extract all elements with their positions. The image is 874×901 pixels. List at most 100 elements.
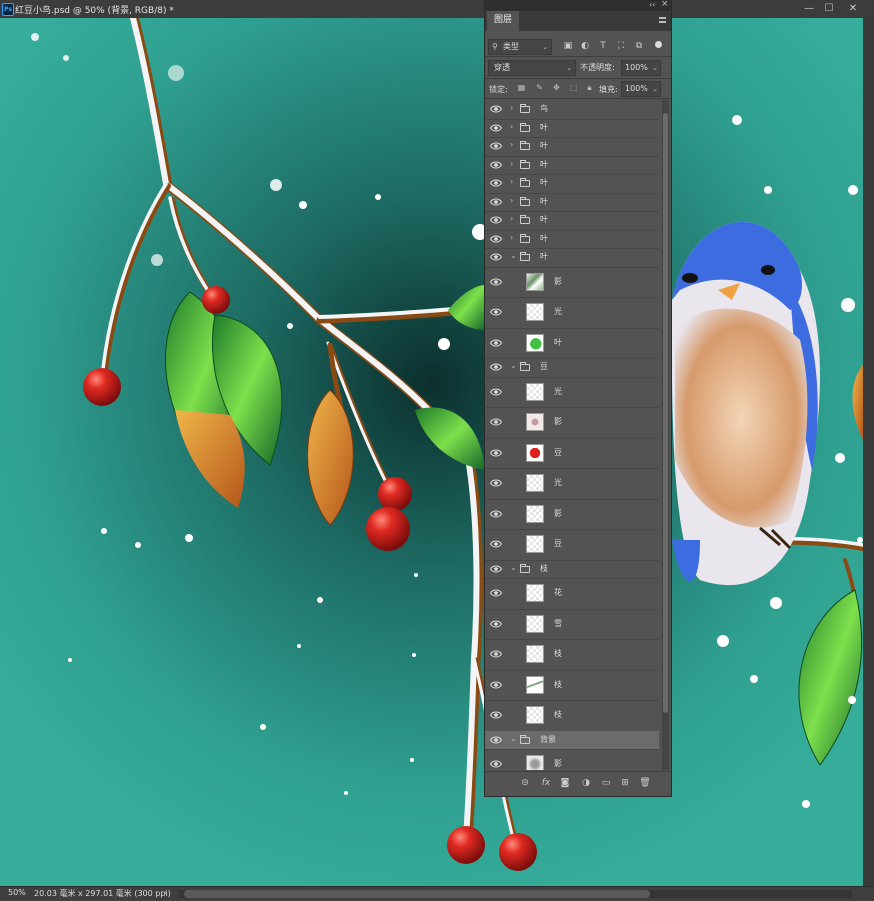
layer-row[interactable]: 影	[485, 499, 659, 530]
layer-row[interactable]: 枝	[485, 639, 659, 671]
opacity-input[interactable]: 100% ⌄	[621, 60, 661, 76]
layer-list[interactable]: › 鸟 › 叶 › 叶 › 叶 › 叶 › 叶 › 叶 › 叶 ⌄ 叶影光叶 ⌄ 豆光影豆光影豆 ⌄ 枝花雪枝枝枝 ⌄ 背景影	[485, 100, 661, 770]
layer-row[interactable]: 影	[485, 267, 659, 298]
layer-group-row[interactable]: › 叶	[485, 211, 659, 231]
status-menu-arrow[interactable]: ›	[164, 888, 167, 897]
visibility-eye-icon[interactable]	[490, 308, 502, 316]
visibility-eye-icon[interactable]	[490, 565, 502, 573]
smart-object-filter-icon[interactable]: ⧉	[633, 39, 645, 53]
layer-row[interactable]: 影	[485, 407, 659, 439]
close-icon[interactable]: ✕	[846, 2, 860, 16]
chevron-down-icon[interactable]: ⌄	[510, 734, 517, 743]
chevron-right-icon[interactable]: ›	[510, 122, 513, 131]
maximize-icon[interactable]: ☐	[822, 2, 836, 16]
zoom-level[interactable]: 50%	[8, 888, 26, 897]
chevron-down-icon[interactable]: ⌄	[510, 251, 517, 260]
visibility-eye-icon[interactable]	[490, 540, 502, 548]
visibility-eye-icon[interactable]	[490, 179, 502, 187]
visibility-eye-icon[interactable]	[490, 339, 502, 347]
visibility-eye-icon[interactable]	[490, 142, 502, 150]
visibility-eye-icon[interactable]	[490, 736, 502, 744]
collapse-panel-icon[interactable]: ‹‹	[649, 0, 655, 9]
filter-type-select[interactable]: ⚲ 类型 ⌄	[488, 39, 552, 55]
chevron-right-icon[interactable]: ›	[510, 140, 513, 149]
visibility-eye-icon[interactable]	[490, 216, 502, 224]
layer-group-row[interactable]: ⌄ 叶	[485, 248, 659, 268]
visibility-eye-icon[interactable]	[490, 650, 502, 658]
fx-icon[interactable]: fx	[539, 777, 553, 789]
layer-group-row[interactable]: › 叶	[485, 119, 659, 138]
chevron-right-icon[interactable]: ›	[510, 159, 513, 168]
visibility-eye-icon[interactable]	[490, 760, 502, 768]
chevron-right-icon[interactable]: ›	[510, 177, 513, 186]
visibility-eye-icon[interactable]	[490, 198, 502, 206]
link-layers-icon[interactable]: ⊝	[518, 777, 532, 789]
blend-mode-select[interactable]: 穿透 ⌄	[488, 60, 576, 76]
visibility-eye-icon[interactable]	[490, 124, 502, 132]
layer-group-row[interactable]: › 鸟	[485, 100, 659, 120]
layer-group-row[interactable]: ⌄ 枝	[485, 560, 659, 579]
horizontal-scroll-thumb[interactable]	[184, 890, 650, 898]
lock-transparent-icon[interactable]: ▦	[516, 82, 527, 94]
add-mask-icon[interactable]: ◙	[558, 777, 572, 789]
text-filter-icon[interactable]: T	[597, 39, 609, 53]
lock-all-icon[interactable]: 🔒︎	[584, 82, 595, 94]
visibility-eye-icon[interactable]	[490, 161, 502, 169]
document-tab-title[interactable]: 红豆小鸟.psd @ 50% (背景, RGB/8) *	[15, 3, 174, 16]
chevron-right-icon[interactable]: ›	[510, 196, 513, 205]
new-group-icon[interactable]: ▭	[599, 777, 613, 789]
visibility-eye-icon[interactable]	[490, 589, 502, 597]
photoshop-icon[interactable]: Ps	[2, 3, 14, 16]
visibility-eye-icon[interactable]	[490, 363, 502, 371]
minimize-icon[interactable]: —	[802, 2, 816, 16]
layer-group-row[interactable]: ⌄ 背景	[485, 730, 659, 750]
close-panel-icon[interactable]: ×	[661, 0, 669, 9]
visibility-eye-icon[interactable]	[490, 418, 502, 426]
visibility-eye-icon[interactable]	[490, 278, 502, 286]
visibility-eye-icon[interactable]	[490, 253, 502, 261]
adjustment-filter-icon[interactable]: ◐	[579, 39, 591, 53]
layer-row[interactable]: 光	[485, 377, 659, 408]
layer-row[interactable]: 雪	[485, 609, 659, 640]
canvas-vertical-scrollbar[interactable]	[863, 18, 874, 886]
chevron-down-icon[interactable]: ⌄	[510, 361, 517, 370]
lock-pixels-icon[interactable]: ✎	[534, 82, 545, 94]
tab-layers[interactable]: 图层	[487, 11, 519, 31]
visibility-eye-icon[interactable]	[490, 620, 502, 628]
lock-position-icon[interactable]: ✥	[551, 82, 562, 94]
layer-row[interactable]: 叶	[485, 328, 659, 359]
chevron-down-icon[interactable]: ⌄	[510, 563, 517, 572]
image-filter-icon[interactable]: ▣	[562, 39, 574, 53]
fill-input[interactable]: 100% ⌄	[621, 81, 661, 97]
layer-row[interactable]: 枝	[485, 700, 659, 732]
chevron-right-icon[interactable]: ›	[510, 214, 513, 223]
layer-row[interactable]: 光	[485, 297, 659, 329]
filter-toggle-icon[interactable]	[655, 41, 662, 48]
adjustment-layer-icon[interactable]: ◑	[579, 777, 593, 789]
layer-group-row[interactable]: › 叶	[485, 230, 659, 249]
visibility-eye-icon[interactable]	[490, 449, 502, 457]
layer-row[interactable]: 影	[485, 749, 659, 770]
shape-filter-icon[interactable]: ⛶	[615, 39, 627, 53]
chevron-right-icon[interactable]: ›	[510, 103, 513, 112]
chevron-right-icon[interactable]: ›	[510, 233, 513, 242]
layer-row[interactable]: 枝	[485, 670, 659, 701]
layer-row[interactable]: 花	[485, 578, 659, 610]
visibility-eye-icon[interactable]	[490, 681, 502, 689]
lock-artboard-icon[interactable]: ⬚	[568, 82, 579, 94]
layer-group-row[interactable]: ⌄ 豆	[485, 358, 659, 378]
panel-menu-icon[interactable]	[659, 17, 666, 23]
layer-group-row[interactable]: › 叶	[485, 137, 659, 157]
visibility-eye-icon[interactable]	[490, 510, 502, 518]
layer-group-row[interactable]: › 叶	[485, 156, 659, 175]
visibility-eye-icon[interactable]	[490, 479, 502, 487]
delete-layer-icon[interactable]: 🗑︎	[638, 777, 652, 789]
visibility-eye-icon[interactable]	[490, 388, 502, 396]
layer-row[interactable]: 光	[485, 468, 659, 500]
layer-group-row[interactable]: › 叶	[485, 193, 659, 212]
layer-row[interactable]: 豆	[485, 529, 659, 561]
layer-row[interactable]: 豆	[485, 438, 659, 469]
visibility-eye-icon[interactable]	[490, 711, 502, 719]
visibility-eye-icon[interactable]	[490, 235, 502, 243]
layer-list-scroll-thumb[interactable]	[663, 113, 668, 713]
